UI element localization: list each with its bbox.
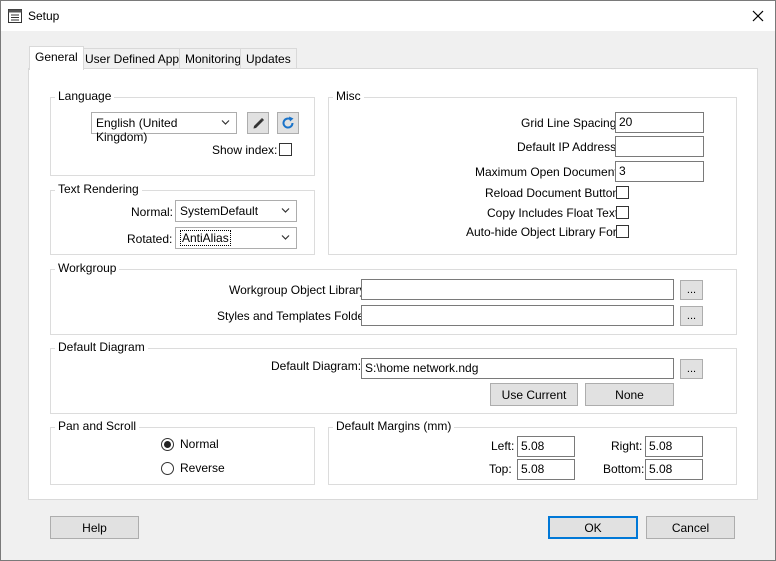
misc-group-title: Misc — [333, 89, 364, 103]
margin-bottom-input[interactable]: 5.08 — [645, 459, 703, 480]
chevron-down-icon — [281, 235, 290, 240]
close-button[interactable] — [741, 1, 775, 31]
margin-left-input[interactable]: 5.08 — [517, 436, 575, 457]
styles-folder-browse-button[interactable]: ... — [680, 306, 703, 326]
chevron-down-icon — [221, 120, 230, 125]
margin-top-input[interactable]: 5.08 — [517, 459, 575, 480]
styles-folder-input[interactable] — [361, 305, 674, 326]
language-select[interactable]: English (United Kingdom) — [91, 112, 237, 144]
show-index-label: Show index: — [212, 143, 278, 157]
workgroup-group-title: Workgroup — [55, 261, 120, 275]
text-rendering-group: Text Rendering Normal: SystemDefault Rot… — [50, 182, 315, 255]
language-group: Language English (United Kingdom) Show i… — [50, 89, 315, 176]
object-library-label: Workgroup Object Library: — [229, 283, 369, 297]
app-icon — [8, 9, 22, 23]
max-open-docs-label: Maximum Open Documents: — [475, 165, 628, 179]
text-rendering-group-title: Text Rendering — [55, 182, 142, 196]
pan-reverse-radio[interactable] — [161, 462, 174, 475]
setup-dialog: Setup General User Defined Apps Monitori… — [0, 0, 776, 561]
copy-float-text-label: Copy Includes Float Text: — [487, 206, 622, 220]
tab-user-defined-apps[interactable]: User Defined Apps — [79, 48, 192, 69]
none-button[interactable]: None — [585, 383, 674, 406]
default-ip-label: Default IP Address: — [517, 140, 620, 154]
margin-right-input[interactable]: 5.08 — [645, 436, 703, 457]
reload-doc-button-label: Reload Document Button: — [485, 186, 623, 200]
general-tab-panel: Language English (United Kingdom) Show i… — [28, 68, 758, 500]
max-open-docs-input[interactable]: 3 — [615, 161, 704, 182]
pan-normal-radio[interactable] — [161, 438, 174, 451]
default-diagram-group: Default Diagram Default Diagram: S:\home… — [50, 340, 737, 414]
rotated-rendering-value: AntiAlias — [180, 230, 231, 246]
margin-right-label: Right: — [611, 439, 643, 453]
reload-doc-button-checkbox[interactable] — [616, 186, 629, 199]
default-diagram-group-title: Default Diagram — [55, 340, 148, 354]
pan-normal-label: Normal — [180, 437, 219, 451]
rotated-rendering-label: Rotated: — [127, 232, 173, 246]
cancel-button[interactable]: Cancel — [646, 516, 735, 539]
rotated-rendering-select[interactable]: AntiAlias — [175, 227, 297, 249]
close-icon — [752, 10, 764, 22]
window-title: Setup — [28, 9, 60, 23]
pencil-icon — [253, 118, 264, 129]
pan-scroll-group-title: Pan and Scroll — [55, 419, 140, 433]
tab-general[interactable]: General — [29, 46, 84, 70]
autohide-library-checkbox[interactable] — [616, 225, 629, 238]
styles-folder-label: Styles and Templates Folder: — [217, 309, 372, 323]
help-button[interactable]: Help — [50, 516, 139, 539]
use-current-button[interactable]: Use Current — [490, 383, 578, 406]
language-select-value: English (United Kingdom) — [96, 116, 178, 144]
margin-bottom-label: Bottom: — [603, 462, 645, 476]
tab-updates[interactable]: Updates — [240, 48, 297, 69]
show-index-checkbox[interactable] — [279, 143, 292, 156]
pan-reverse-label: Reverse — [180, 461, 225, 475]
normal-rendering-select[interactable]: SystemDefault — [175, 200, 297, 222]
margin-top-label: Top: — [489, 462, 512, 476]
default-ip-input[interactable] — [615, 136, 704, 157]
refresh-language-button[interactable] — [277, 112, 299, 134]
default-margins-group-title: Default Margins (mm) — [333, 419, 455, 433]
object-library-browse-button[interactable]: ... — [680, 280, 703, 300]
ok-button[interactable]: OK — [548, 516, 638, 539]
grid-line-spacing-label: Grid Line Spacing: — [521, 116, 620, 130]
normal-rendering-value: SystemDefault — [180, 204, 259, 218]
normal-rendering-label: Normal: — [131, 205, 174, 219]
tab-monitoring[interactable]: Monitoring — [179, 48, 248, 69]
title-bar: Setup — [1, 1, 775, 31]
edit-language-button[interactable] — [247, 112, 269, 134]
language-group-title: Language — [55, 89, 115, 103]
refresh-icon — [282, 116, 294, 129]
default-diagram-input[interactable]: S:\home network.ndg — [361, 358, 674, 379]
default-diagram-browse-button[interactable]: ... — [680, 359, 703, 379]
misc-group: Misc Grid Line Spacing: 20 Default IP Ad… — [328, 89, 737, 255]
pan-scroll-group: Pan and Scroll Normal Reverse — [50, 419, 315, 485]
autohide-library-label: Auto-hide Object Library Form: — [466, 225, 631, 239]
object-library-input[interactable] — [361, 279, 674, 300]
margin-left-label: Left: — [491, 439, 515, 453]
grid-line-spacing-input[interactable]: 20 — [615, 112, 704, 133]
chevron-down-icon — [281, 208, 290, 213]
copy-float-text-checkbox[interactable] — [616, 206, 629, 219]
default-diagram-label: Default Diagram: — [271, 359, 362, 373]
workgroup-group: Workgroup Workgroup Object Library: ... … — [50, 261, 737, 335]
default-margins-group: Default Margins (mm) Left: 5.08 Right: 5… — [328, 419, 737, 485]
